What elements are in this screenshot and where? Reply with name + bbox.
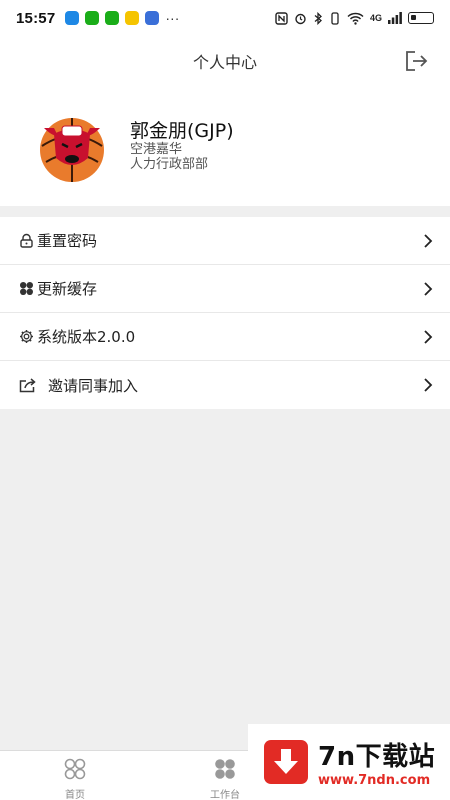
message-notification-icon — [105, 11, 120, 25]
settings-menu: 重置密码 更新缓存 系统版本2.0.0 邀请同事加入 — [0, 217, 450, 409]
watermark-title: 7n下载站 — [318, 742, 436, 772]
basketball-bull-logo-icon — [32, 106, 112, 186]
avatar[interactable] — [32, 106, 112, 186]
yellow-app-notification-icon — [125, 11, 140, 25]
menu-item-update-cache[interactable]: 更新缓存 — [0, 265, 450, 313]
menu-item-label: 邀请同事加入 — [48, 376, 139, 395]
menu-item-system-version[interactable]: 系统版本2.0.0 — [0, 313, 450, 361]
gear-icon — [18, 328, 35, 345]
system-status-icons: 4G — [275, 11, 434, 25]
watermark-text: 7n下载站 www.7ndn.com — [318, 736, 435, 788]
download-arrow-icon — [264, 740, 308, 784]
status-time: 15:57 — [16, 9, 56, 27]
menu-item-label: 重置密码 — [37, 232, 98, 250]
tab-workbench[interactable]: 工作台 — [195, 757, 255, 800]
chevron-right-icon — [424, 378, 433, 392]
blue-app-notification-icon — [145, 11, 160, 25]
page-title: 个人中心 — [192, 53, 257, 72]
app-notification-icon — [65, 11, 80, 25]
battery-icon — [408, 12, 434, 24]
chevron-right-icon — [424, 282, 433, 296]
tab-home[interactable]: 首页 — [45, 757, 105, 800]
wifi-icon — [347, 12, 364, 25]
tab-label: 首页 — [65, 790, 85, 800]
lock-icon — [18, 232, 35, 249]
clover-icon — [18, 280, 35, 297]
menu-item-invite-colleague[interactable]: 邀请同事加入 — [0, 361, 450, 409]
menu-item-label: 更新缓存 — [37, 280, 98, 298]
chevron-right-icon — [424, 234, 433, 248]
home-icon — [64, 758, 86, 780]
share-icon — [18, 377, 38, 394]
notification-icons — [65, 11, 160, 25]
nfc-icon — [275, 11, 288, 25]
bluetooth-icon — [314, 11, 322, 25]
signal-icon — [388, 12, 402, 24]
workbench-icon — [215, 759, 235, 779]
menu-item-label: 系统版本2.0.0 — [37, 328, 136, 346]
watermark-url: www.7ndn.com — [318, 773, 431, 788]
chevron-right-icon — [424, 330, 433, 344]
page-header: 个人中心 — [0, 36, 450, 86]
tab-label: 工作台 — [210, 790, 240, 800]
user-department: 人力行政部部 — [130, 157, 209, 172]
network-type-label: 4G — [369, 13, 382, 23]
status-bar: 15:57 ··· 4G — [0, 0, 450, 36]
menu-item-reset-password[interactable]: 重置密码 — [0, 217, 450, 265]
download-site-watermark: 7n下载站 www.7ndn.com — [248, 724, 450, 800]
alarm-icon — [295, 13, 306, 24]
more-notifications-icon: ··· — [165, 10, 180, 26]
vibrate-icon — [331, 11, 339, 25]
profile-card: 郭金朋(GJP) 空港嘉华 人力行政部部 — [0, 86, 450, 206]
logout-icon[interactable] — [404, 50, 428, 72]
wechat-notification-icon — [85, 11, 100, 25]
